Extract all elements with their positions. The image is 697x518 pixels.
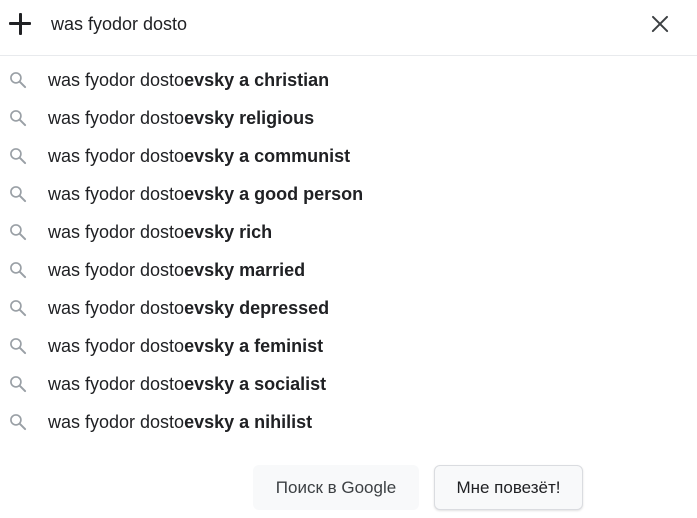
suggestion-text: was fyodor dostoevsky a good person [48, 184, 364, 204]
suggestion-text: was fyodor dostoevsky married [48, 260, 306, 280]
suggestion-item[interactable]: was fyodor dostoevsky religious [0, 99, 697, 137]
search-icon [10, 376, 27, 393]
suggestion-item[interactable]: was fyodor dostoevsky a nihilist [0, 403, 697, 441]
suggestion-item[interactable]: was fyodor dostoevsky a christian [0, 61, 697, 99]
suggestion-item[interactable]: was fyodor dostoevsky a communist [0, 137, 697, 175]
search-buttons: Поиск в Google Мне повезёт! [0, 465, 697, 510]
search-icon [10, 338, 27, 355]
suggestion-text: was fyodor dostoevsky a communist [48, 146, 351, 166]
close-icon[interactable] [650, 14, 670, 34]
suggestion-item[interactable]: was fyodor dostoevsky rich [0, 213, 697, 251]
suggestion-text: was fyodor dostoevsky depressed [48, 298, 330, 318]
suggestion-item[interactable]: was fyodor dostoevsky a good person [0, 175, 697, 213]
suggestion-text: was fyodor dostoevsky religious [48, 108, 315, 128]
suggestion-text: was fyodor dostoevsky a christian [48, 70, 330, 90]
plus-icon[interactable] [9, 13, 31, 35]
suggestion-text: was fyodor dostoevsky rich [48, 222, 273, 242]
search-icon [10, 414, 27, 431]
search-icon [10, 72, 27, 89]
suggestion-item[interactable]: was fyodor dostoevsky a socialist [0, 365, 697, 403]
search-input[interactable] [51, 10, 611, 38]
search-icon [10, 262, 27, 279]
suggestions-list: was fyodor dostoevsky a christian was fy… [0, 61, 697, 441]
search-icon [10, 300, 27, 317]
suggestion-item[interactable]: was fyodor dostoevsky a feminist [0, 327, 697, 365]
suggestion-text: was fyodor dostoevsky a socialist [48, 374, 327, 394]
search-icon [10, 224, 27, 241]
search-icon [10, 148, 27, 165]
search-icon [10, 110, 27, 127]
google-search-button[interactable]: Поиск в Google [253, 465, 419, 510]
feeling-lucky-button[interactable]: Мне повезёт! [434, 465, 583, 510]
suggestion-text: was fyodor dostoevsky a nihilist [48, 412, 313, 432]
suggestion-text: was fyodor dostoevsky a feminist [48, 336, 324, 356]
search-icon [10, 186, 27, 203]
suggestion-item[interactable]: was fyodor dostoevsky depressed [0, 289, 697, 327]
suggestion-item[interactable]: was fyodor dostoevsky married [0, 251, 697, 289]
search-bar [0, 0, 697, 56]
